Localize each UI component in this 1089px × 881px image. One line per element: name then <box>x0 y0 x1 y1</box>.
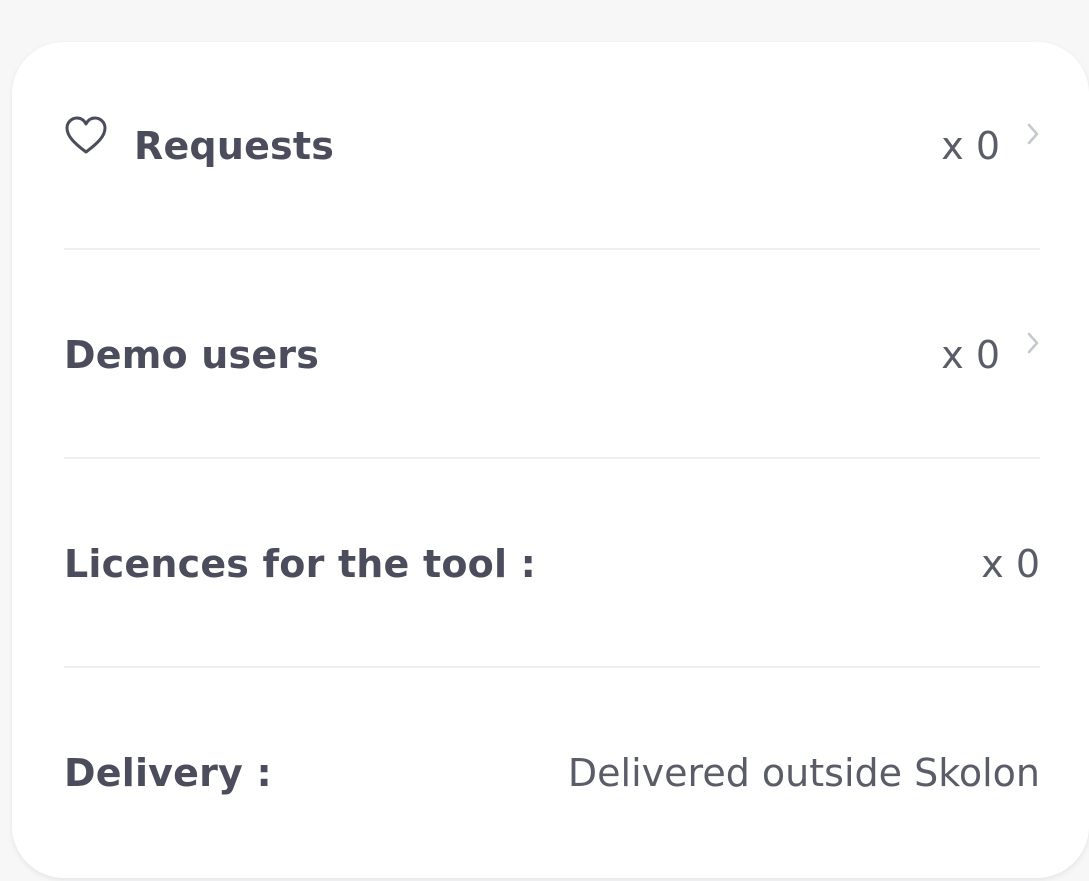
requests-right: x 0 <box>941 122 1040 168</box>
divider <box>64 666 1040 668</box>
demo-users-left: Demo users <box>64 333 319 377</box>
demo-users-label: Demo users <box>64 333 320 377</box>
delivery-label: Delivery : <box>64 751 272 795</box>
delivery-left: Delivery : <box>64 751 272 795</box>
demo-users-count: x 0 <box>941 333 1000 377</box>
delivery-right: Delivered outside Skolon <box>568 751 1040 795</box>
divider <box>64 248 1040 250</box>
demo-users-right: x 0 <box>941 331 1040 377</box>
chevron-right-icon[interactable] <box>1026 331 1040 355</box>
requests-row[interactable]: Requests x 0 <box>64 96 1040 196</box>
licences-label: Licences for the tool : <box>64 542 536 586</box>
heart-outline-icon[interactable] <box>64 116 108 156</box>
licences-right: x 0 <box>981 542 1040 586</box>
requests-count: x 0 <box>941 124 1000 168</box>
divider <box>64 457 1040 459</box>
requests-left: Requests <box>64 116 335 168</box>
licences-count: x 0 <box>981 542 1040 586</box>
delivery-value: Delivered outside Skolon <box>567 751 1040 795</box>
demo-users-row[interactable]: Demo users x 0 <box>64 305 1040 405</box>
licences-left: Licences for the tool : <box>64 542 536 586</box>
chevron-right-icon[interactable] <box>1026 122 1040 146</box>
licences-row: Licences for the tool : x 0 <box>64 514 1040 614</box>
product-summary-card: Requests x 0 Demo users x 0 Licences for… <box>12 42 1089 878</box>
delivery-row: Delivery : Delivered outside Skolon <box>64 723 1040 823</box>
requests-label: Requests <box>134 124 335 168</box>
